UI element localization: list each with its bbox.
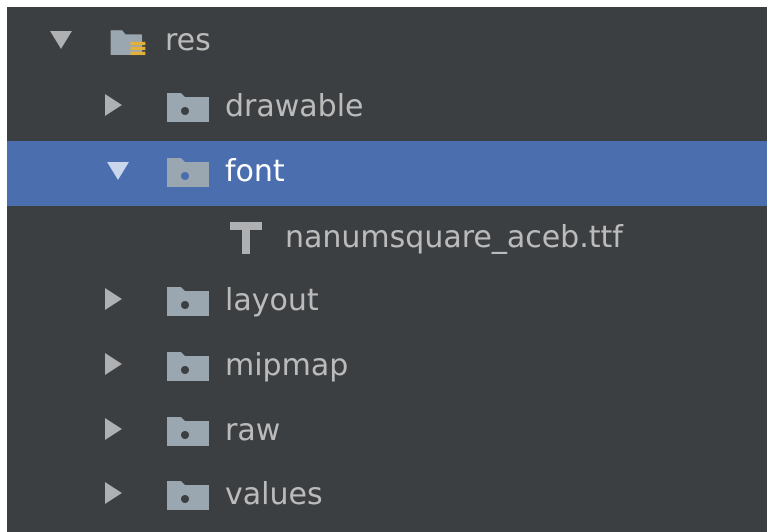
tree-item-res[interactable]: res <box>7 11 767 75</box>
expand-arrow-icon[interactable] <box>105 418 122 440</box>
expand-arrow-icon[interactable] <box>105 94 122 116</box>
project-tree-panel: res drawable font nanumsquare_aceb.ttf l… <box>7 7 767 532</box>
expand-arrow-icon[interactable] <box>105 353 122 375</box>
tree-item-drawable[interactable]: drawable <box>7 77 767 141</box>
collapse-arrow-icon[interactable] <box>50 31 72 49</box>
resource-folder-icon <box>110 30 146 56</box>
tree-item-values[interactable]: values <box>7 465 767 529</box>
expand-arrow-icon[interactable] <box>105 482 122 504</box>
tree-item-font[interactable]: font <box>7 141 767 206</box>
tree-item-raw[interactable]: raw <box>7 401 767 465</box>
tree-item-label: layout <box>225 283 319 318</box>
collapse-arrow-icon[interactable] <box>107 162 129 180</box>
tree-item-layout[interactable]: layout <box>7 271 767 335</box>
expand-arrow-icon[interactable] <box>105 288 122 310</box>
folder-icon <box>167 93 209 122</box>
tree-item-label: drawable <box>225 89 364 124</box>
folder-icon <box>167 481 209 510</box>
font-file-icon <box>230 222 262 254</box>
tree-item-label: raw <box>225 413 281 448</box>
tree-item-label: mipmap <box>225 348 349 383</box>
folder-icon <box>167 287 209 316</box>
tree-item-font-file[interactable]: nanumsquare_aceb.ttf <box>7 206 767 270</box>
folder-icon <box>167 352 209 381</box>
tree-item-label: res <box>165 23 211 58</box>
folder-icon <box>167 417 209 446</box>
folder-icon <box>167 158 209 187</box>
tree-item-label: nanumsquare_aceb.ttf <box>285 220 623 255</box>
tree-item-mipmap[interactable]: mipmap <box>7 336 767 400</box>
tree-item-label: font <box>225 154 285 189</box>
tree-item-label: values <box>225 477 323 512</box>
